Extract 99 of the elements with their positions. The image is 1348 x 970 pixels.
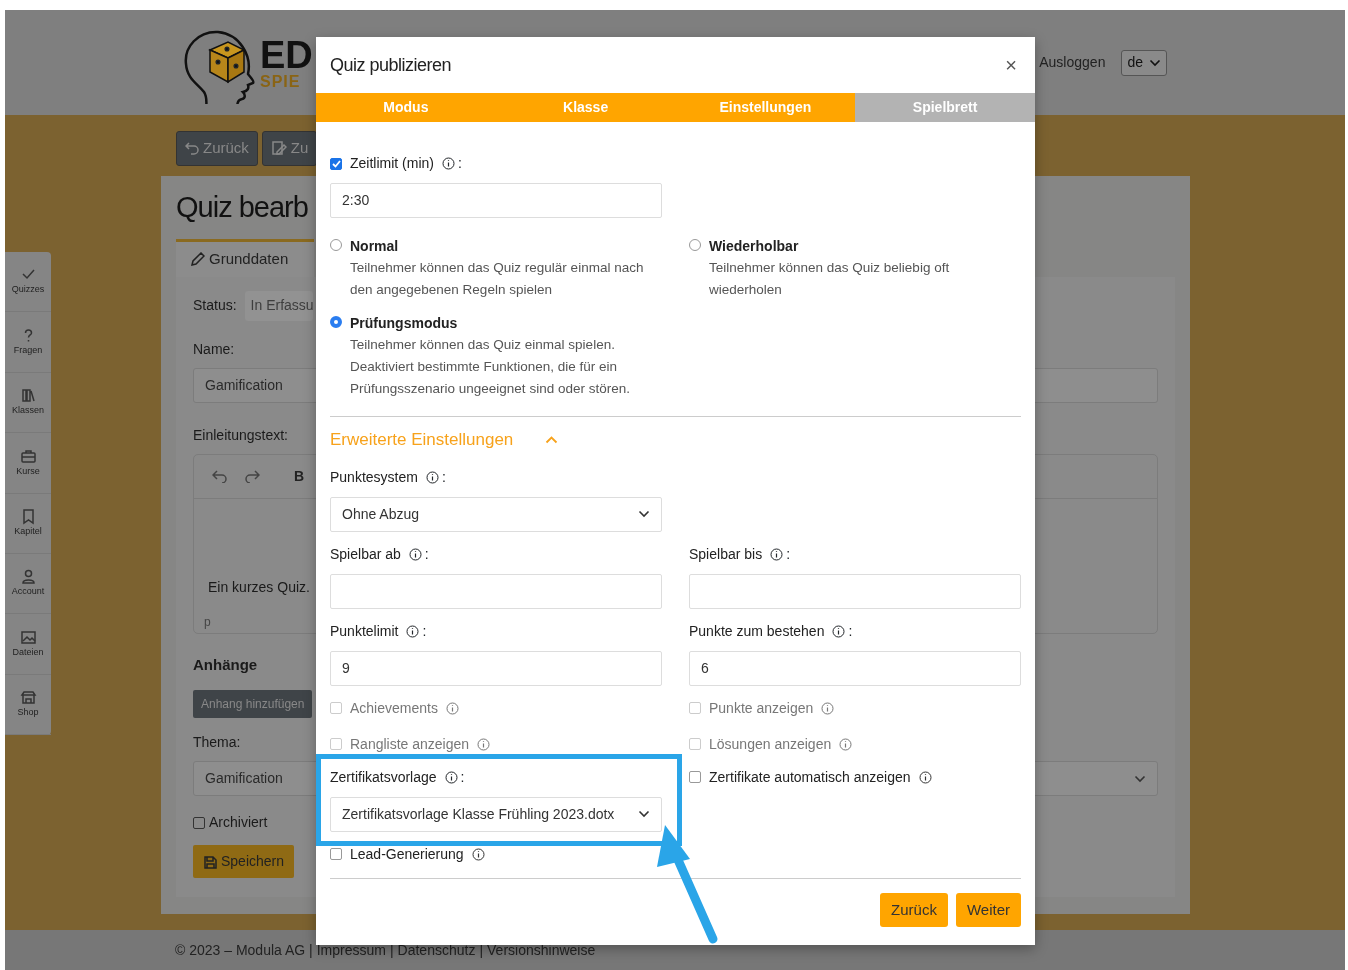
option-label: Normal	[350, 237, 400, 256]
books-icon	[19, 387, 37, 405]
field-label: Zeitlimit (min)	[350, 154, 434, 173]
label-colon: :	[786, 544, 791, 564]
save-button[interactable]: Speichern	[193, 845, 295, 878]
caret-down-icon	[638, 810, 650, 818]
option-label: Wiederholbar	[709, 237, 800, 256]
shop-icon	[19, 689, 37, 707]
label-colon: :	[848, 621, 853, 641]
select-field[interactable]: Ohne Abzug	[330, 496, 662, 532]
checkbox[interactable]	[330, 157, 342, 170]
info-icon	[821, 701, 835, 715]
info-icon	[442, 157, 455, 170]
checkbox[interactable]	[689, 771, 701, 783]
close-button[interactable]: ×	[1001, 55, 1021, 75]
label-colon: :	[424, 544, 429, 564]
info-icon	[406, 624, 420, 638]
sidebar-item[interactable]: Fragen	[5, 312, 51, 373]
info-icon	[445, 701, 459, 715]
info-icon	[839, 737, 853, 751]
briefcase-icon	[19, 447, 37, 465]
caret-down-icon	[1149, 58, 1161, 67]
field-label: Punktesystem	[330, 467, 418, 487]
language-select[interactable]: de	[1121, 49, 1167, 76]
info-icon	[444, 770, 458, 784]
radio-button[interactable]	[330, 316, 342, 328]
dialog-title: Quiz publizieren	[330, 53, 452, 77]
checkbox-label: Punkte anzeigen	[709, 698, 814, 718]
redo-icon	[244, 469, 260, 483]
field-label: Status:	[193, 296, 237, 315]
sidebar-item[interactable]: Quizzes	[5, 252, 51, 313]
select-field[interactable]: Zertifikatsvorlage Klasse Frühling 2023.dotx	[330, 796, 662, 832]
field-label: Einleitungstext:	[193, 425, 288, 445]
checkbox-label: Archiviert	[209, 813, 268, 832]
field-label: Name:	[193, 339, 235, 359]
bold-button[interactable]: B	[294, 465, 305, 487]
image-icon	[19, 628, 37, 646]
back-button[interactable]: Zurück	[880, 892, 948, 927]
logo-text: ED	[260, 35, 313, 74]
sidebar-item[interactable]: Account	[5, 553, 51, 615]
checkbox-label: Rangliste anzeigen	[350, 734, 470, 754]
input-field[interactable]	[689, 573, 1021, 609]
person-icon	[19, 568, 37, 586]
undo-icon	[212, 469, 228, 483]
checkbox-label: Lösungen anzeigen	[709, 734, 832, 754]
label-colon: :	[441, 467, 446, 487]
logout-link[interactable]: Ausloggen	[1039, 52, 1106, 73]
page-title: Quiz bearb	[176, 189, 308, 225]
field-label: Punktelimit	[330, 621, 399, 641]
caret-down-icon	[1134, 774, 1146, 783]
field-label: Spielbar ab	[330, 544, 401, 564]
sidebar-item[interactable]: Dateien	[5, 614, 51, 675]
add-attachment-button[interactable]: Anhang hinzufügen	[193, 690, 313, 718]
next-button[interactable]: Weiter	[955, 892, 1021, 927]
field-label: Thema:	[193, 733, 241, 752]
copyright-text: © 2023 – Modula AG |	[175, 940, 313, 960]
option-description: Teilnehmer können das Quiz beliebig oft wiederholen	[709, 259, 951, 299]
option-description: Teilnehmer können das Quiz regulär einmal nach den angegebenen Regeln spielen	[350, 259, 645, 299]
option-description: Teilnehmer können das Quiz einmal spielen. Deaktiviert bestimmte Funktionen, die für ein Prüfungsszenario ungeeignet sind oder stören.	[350, 336, 631, 398]
toolbar-button[interactable]: Zu	[261, 131, 318, 166]
input-field[interactable]: 9	[330, 650, 662, 686]
time-limit-field[interactable]: 2:30	[330, 183, 662, 218]
label-colon: :	[422, 621, 427, 641]
info-icon	[425, 470, 439, 484]
editor-text: Ein kurzes Quiz.	[208, 577, 310, 597]
field-label: Punkte zum bestehen	[689, 621, 825, 641]
label-colon: :	[460, 767, 465, 787]
info-icon	[918, 770, 932, 784]
checkbox-label: Achievements	[350, 698, 438, 718]
checkbox-label: Lead-Generierung	[350, 844, 464, 864]
info-icon	[832, 624, 846, 638]
label-colon: :	[458, 154, 462, 173]
sidebar-item[interactable]: Klassen	[5, 372, 51, 434]
info-icon	[477, 737, 491, 751]
input-field[interactable]	[330, 573, 662, 609]
edit-icon	[270, 140, 287, 157]
checkbox[interactable]	[330, 848, 342, 860]
logo-subtext: SPIE	[260, 73, 301, 90]
sidebar-item[interactable]: Kurse	[5, 433, 51, 494]
sidebar-item[interactable]: Shop	[5, 674, 51, 735]
tab[interactable]: Grunddaten	[176, 238, 314, 277]
pencil-icon	[190, 251, 205, 267]
field-label: Zertifikatsvorlage	[330, 767, 437, 787]
field-label: Spielbar bis	[689, 544, 763, 564]
section-heading: Anhänge	[193, 654, 258, 675]
undo-arrow-icon	[185, 141, 199, 156]
status-field: In Erfassu	[244, 290, 313, 321]
info-icon	[770, 547, 784, 561]
input-field[interactable]: 6	[689, 650, 1021, 686]
option-label: Prüfungsmodus	[350, 314, 459, 333]
checkbox-label: Zertifikate automatisch anzeigen	[709, 767, 911, 787]
info-icon	[471, 847, 485, 861]
checkmark-icon	[331, 159, 341, 168]
archived-checkbox[interactable]	[193, 816, 205, 829]
back-button[interactable]: Zurück	[176, 131, 258, 166]
editor-path: p	[204, 613, 211, 631]
info-icon	[408, 547, 422, 561]
caret-down-icon	[638, 510, 650, 518]
sidebar-item[interactable]: Kapitel	[5, 493, 51, 554]
